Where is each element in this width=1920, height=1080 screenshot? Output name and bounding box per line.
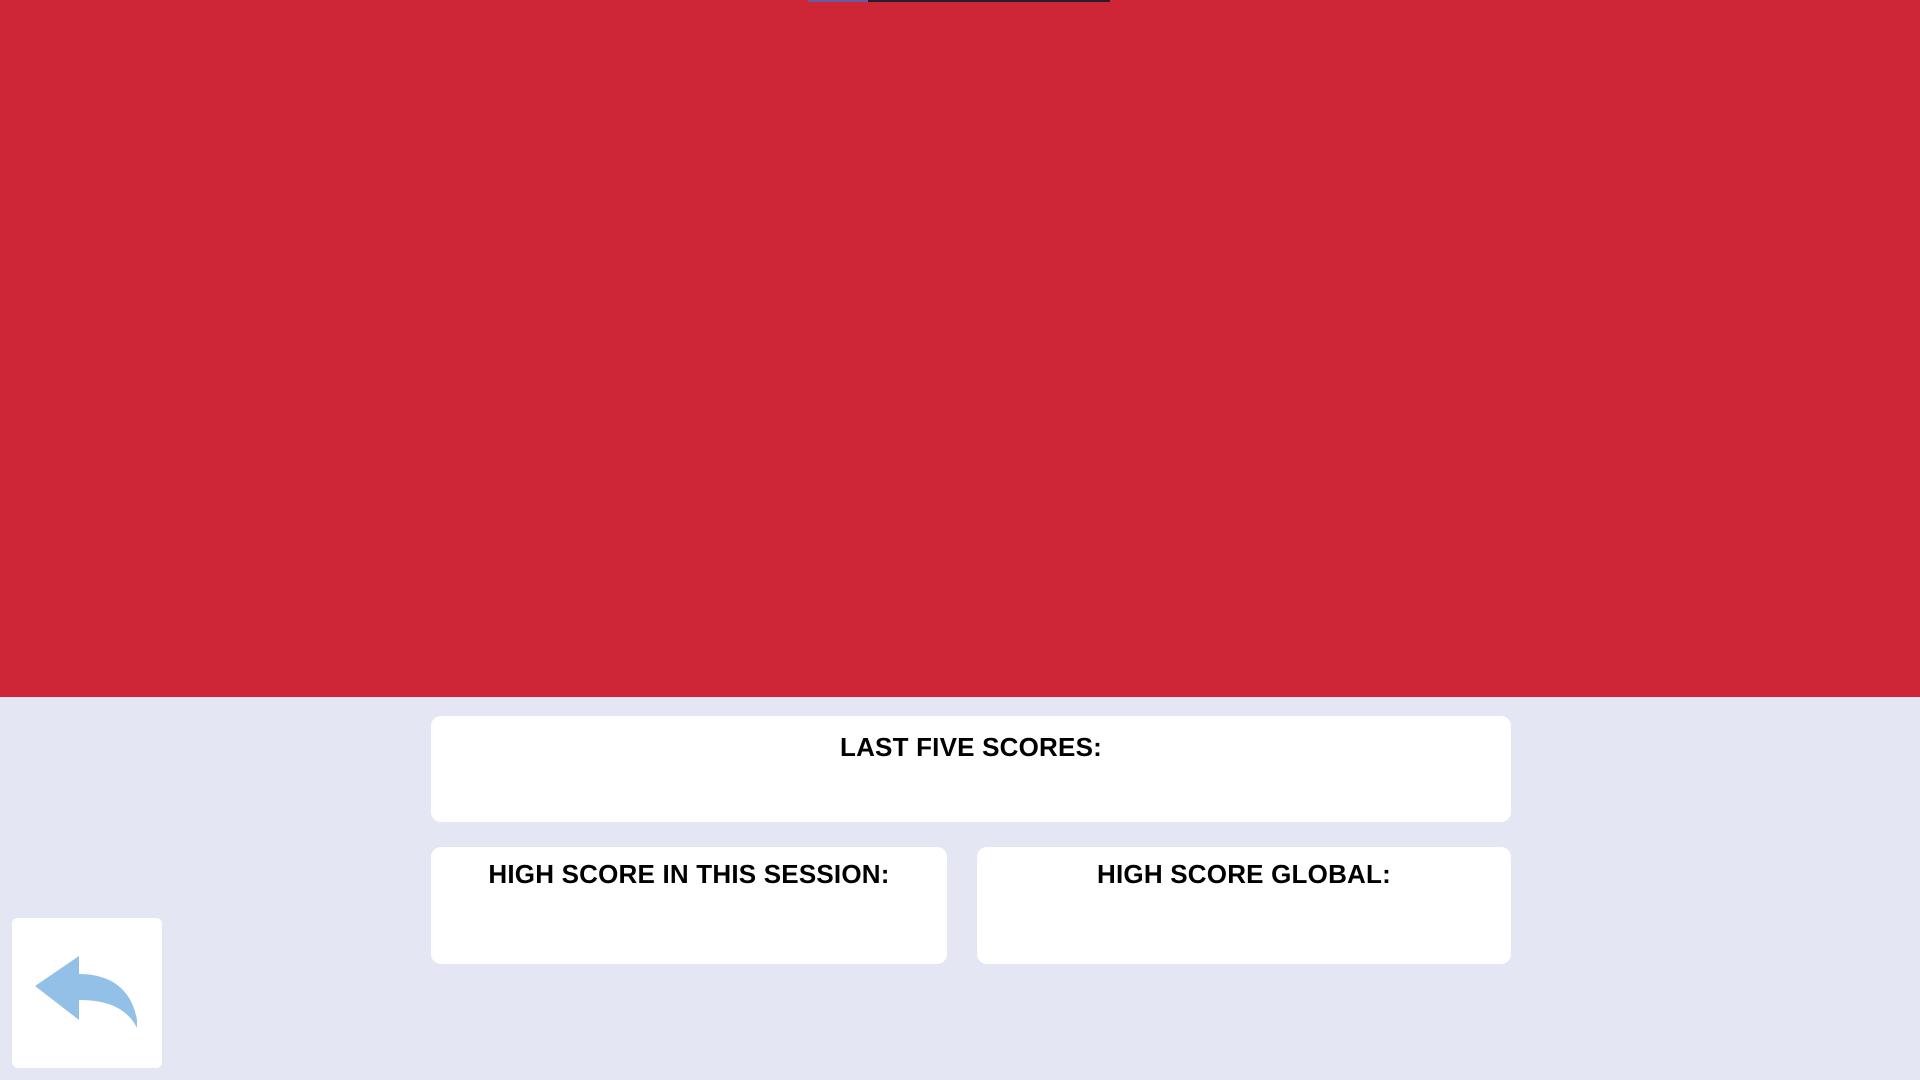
back-button[interactable] bbox=[12, 918, 162, 1068]
last-five-scores-panel: LAST FIVE SCORES: bbox=[431, 716, 1511, 822]
session-high-score-value bbox=[431, 898, 947, 926]
progress-bar-fill bbox=[808, 0, 869, 2]
global-high-score-label: HIGH SCORE GLOBAL: bbox=[1097, 859, 1391, 889]
global-high-score-value bbox=[977, 898, 1511, 926]
last-five-scores-label: LAST FIVE SCORES: bbox=[840, 732, 1102, 762]
last-five-scores-value bbox=[431, 771, 1511, 799]
game-play-area[interactable] bbox=[0, 0, 1920, 697]
reply-arrow-icon bbox=[35, 956, 137, 1028]
progress-bar bbox=[808, 0, 1110, 2]
session-high-score-panel: HIGH SCORE IN THIS SESSION: bbox=[431, 847, 947, 964]
game-screen: LAST FIVE SCORES: HIGH SCORE IN THIS SES… bbox=[0, 0, 1920, 1080]
session-high-score-label: HIGH SCORE IN THIS SESSION: bbox=[488, 859, 890, 889]
global-high-score-panel: HIGH SCORE GLOBAL: bbox=[977, 847, 1511, 964]
